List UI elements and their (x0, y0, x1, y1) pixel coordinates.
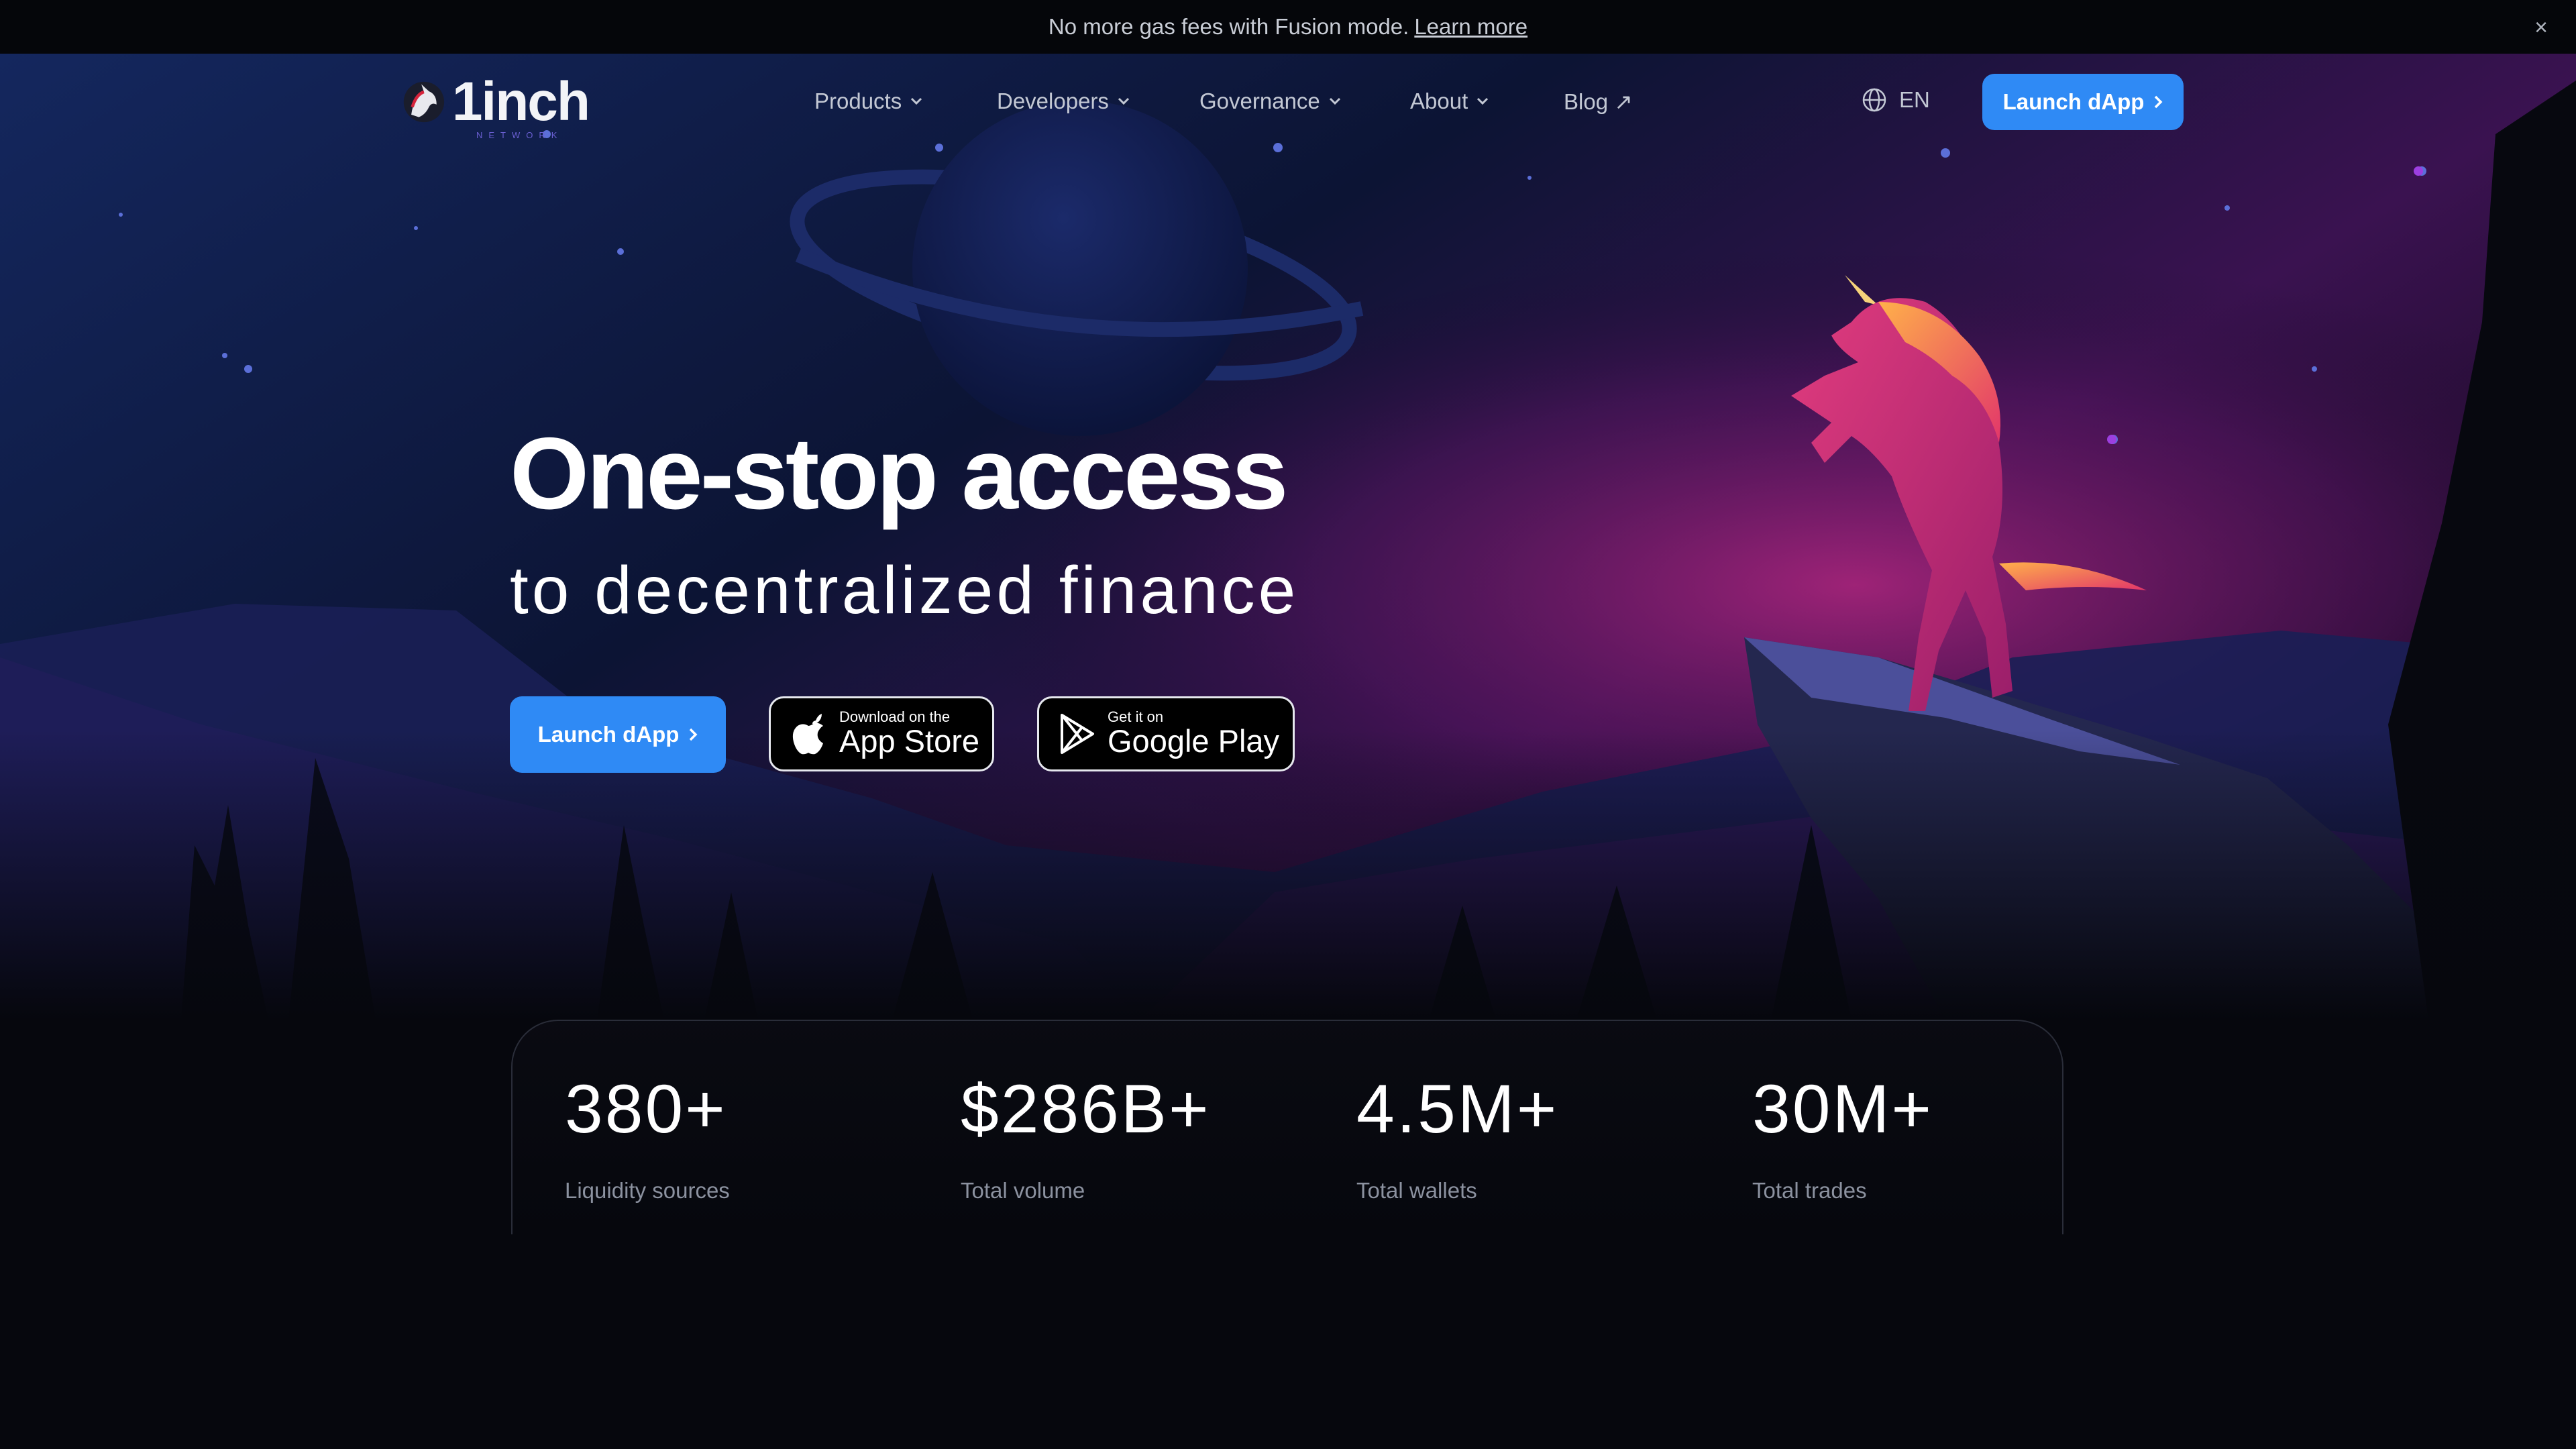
google-play-big-text: Google Play (1108, 723, 1280, 759)
nav-products[interactable]: Products (814, 89, 923, 114)
nav-about-label: About (1410, 89, 1468, 113)
close-icon[interactable]: × (2534, 15, 2548, 41)
logo-wordmark: 1inch (451, 71, 590, 132)
apple-icon (792, 714, 823, 755)
language-selector[interactable]: EN (1862, 87, 1930, 113)
google-play-button[interactable]: Get it on Google Play (1037, 696, 1295, 771)
learn-more-link[interactable]: Learn more (1414, 14, 1527, 40)
chevron-down-icon (1329, 97, 1340, 105)
chevron-right-icon (2155, 95, 2163, 109)
app-store-button[interactable]: Download on the App Store (769, 696, 994, 771)
hero-illustration (0, 54, 2576, 1020)
hero-launch-label: Launch dApp (537, 722, 680, 747)
stat-value: 4.5M+ (1356, 1071, 1559, 1147)
language-label: EN (1899, 87, 1930, 112)
chevron-down-icon (1477, 97, 1489, 105)
stat-total-volume: $286B+ Total volume (961, 1075, 1211, 1203)
chevron-right-icon (690, 728, 698, 741)
nav-about[interactable]: About (1410, 89, 1489, 114)
globe-icon (1862, 88, 1886, 112)
chevron-down-icon (1118, 97, 1129, 105)
top-navigation: 1inch NETWORK Products Developers Govern… (0, 54, 2576, 151)
app-store-big-text: App Store (839, 723, 980, 759)
nav-developers-label: Developers (997, 89, 1109, 113)
nav-governance[interactable]: Governance (1199, 89, 1342, 114)
nav-blog-label: Blog ↗ (1564, 89, 1633, 114)
stats-panel: 380+ Liquidity sources $286B+ Total volu… (511, 1020, 2063, 1234)
hero-title: One-stop access (510, 417, 1289, 531)
hero-subtitle: to decentralized finance (510, 553, 1299, 628)
stat-total-trades: 30M+ Total trades (1752, 1075, 1933, 1203)
logo-subtext: NETWORK (476, 130, 564, 140)
google-play-icon (1061, 714, 1094, 754)
stat-value: $286B+ (961, 1071, 1211, 1147)
stat-value: 30M+ (1752, 1071, 1933, 1147)
announcement-banner: No more gas fees with Fusion mode. Learn… (0, 0, 2576, 54)
nav-launch-dapp-button[interactable]: Launch dApp (1982, 74, 2184, 130)
app-store-small-text: Download on the (839, 708, 951, 726)
stat-value: 380+ (565, 1071, 727, 1147)
stat-label: Total trades (1752, 1178, 1867, 1203)
nav-blog[interactable]: Blog ↗ (1564, 89, 1633, 115)
unicorn-logo-icon (403, 81, 445, 123)
nav-governance-label: Governance (1199, 89, 1320, 113)
stat-label: Total wallets (1356, 1178, 1477, 1203)
nav-developers[interactable]: Developers (997, 89, 1130, 114)
stat-label: Total volume (961, 1178, 1085, 1203)
banner-text: No more gas fees with Fusion mode. (1048, 14, 1409, 39)
google-play-small-text: Get it on (1108, 708, 1164, 726)
stat-total-wallets: 4.5M+ Total wallets (1356, 1075, 1558, 1203)
nav-launch-label: Launch dApp (2002, 89, 2145, 114)
stat-label: Liquidity sources (565, 1178, 730, 1203)
nav-products-label: Products (814, 89, 902, 113)
stat-liquidity-sources: 380+ Liquidity sources (565, 1075, 730, 1203)
chevron-down-icon (911, 97, 922, 105)
hero-launch-dapp-button[interactable]: Launch dApp (510, 696, 726, 773)
logo[interactable]: 1inch NETWORK (401, 68, 590, 140)
